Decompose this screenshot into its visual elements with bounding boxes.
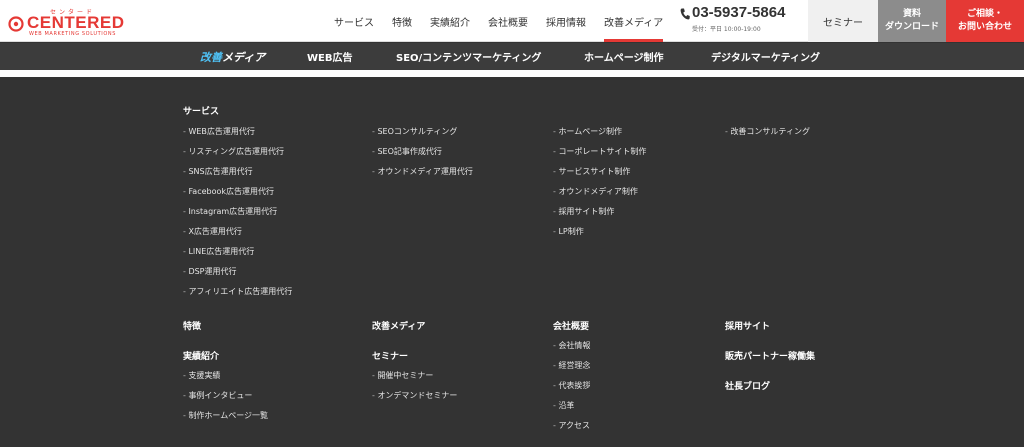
- sitemap-cases-heading[interactable]: 実績紹介: [183, 349, 219, 362]
- download-button[interactable]: 資料 ダウンロード: [878, 0, 946, 42]
- sitemap-media-heading[interactable]: 改善メディア: [372, 319, 425, 332]
- sitemap-link[interactable]: 開催中セミナー: [372, 370, 433, 381]
- contact-label-1: ご相談・: [966, 9, 1003, 19]
- nav-media[interactable]: 改善メディア: [595, 0, 672, 42]
- sitemap-link[interactable]: オウンドメディア制作: [553, 186, 637, 197]
- seminar-button[interactable]: セミナー: [808, 0, 878, 42]
- download-label-2: ダウンロード: [884, 22, 939, 32]
- sitemap-link[interactable]: DSP運用代行: [183, 266, 236, 277]
- nav-features[interactable]: 特徴: [383, 0, 421, 42]
- subnav-digital-marketing[interactable]: デジタルマーケティング: [711, 43, 820, 70]
- sitemap-link[interactable]: オンデマンドセミナー: [372, 390, 457, 401]
- sitemap-link[interactable]: LINE広告運用代行: [183, 246, 254, 257]
- sitemap-link[interactable]: SNS広告運用代行: [183, 166, 252, 177]
- sitemap-link[interactable]: 制作ホームページ一覧: [183, 410, 268, 421]
- contact-button[interactable]: ご相談・ お問い合わせ: [946, 0, 1024, 42]
- divider-strip: [0, 70, 1024, 77]
- sitemap-link[interactable]: 会社情報: [553, 340, 590, 351]
- sitemap-link[interactable]: Instagram広告運用代行: [183, 206, 277, 217]
- subnav-web-ads[interactable]: WEB広告: [307, 43, 352, 70]
- sitemap-link[interactable]: X広告運用代行: [183, 226, 241, 237]
- sitemap-link[interactable]: WEB広告運用代行: [183, 126, 254, 137]
- media-logo[interactable]: 改善 メディア: [200, 43, 265, 70]
- subnav-seo[interactable]: SEO/コンテンツマーケティング: [396, 43, 541, 70]
- sitemap-company-heading[interactable]: 会社概要: [553, 319, 589, 332]
- logo-mark-icon: [8, 16, 24, 32]
- sitemap-link[interactable]: SEOコンサルティング: [372, 126, 457, 137]
- media-logo-part1: 改善: [200, 50, 222, 64]
- phone-icon: [680, 8, 690, 20]
- media-subnav: 改善 メディア WEB広告 SEO/コンテンツマーケティング ホームページ制作 デ…: [0, 43, 1024, 70]
- sitemap-blog-heading[interactable]: 社長ブログ: [725, 379, 770, 392]
- sitemap-service-heading[interactable]: サービス: [183, 104, 219, 117]
- download-label-1: 資料: [902, 9, 921, 19]
- sitemap-link[interactable]: 経営理念: [553, 360, 590, 371]
- sitemap-link[interactable]: Facebook広告運用代行: [183, 186, 274, 197]
- global-nav: サービス 特徴 実績紹介 会社概要 採用情報 改善メディア: [325, 0, 672, 42]
- sitemap-link[interactable]: 改善コンサルティング: [725, 126, 810, 137]
- subnav-homepage[interactable]: ホームページ制作: [584, 43, 664, 70]
- sitemap-partner-heading[interactable]: 販売パートナー稼働集: [725, 349, 815, 362]
- sitemap-features-heading[interactable]: 特徴: [183, 319, 201, 332]
- footer-sitemap: サービス WEB広告運用代行 リスティング広告運用代行 SNS広告運用代行 Fa…: [0, 77, 1024, 447]
- sitemap-link[interactable]: サービスサイト制作: [553, 166, 630, 177]
- nav-service[interactable]: サービス: [325, 0, 383, 42]
- sitemap-link[interactable]: アフィリエイト広告運用代行: [183, 286, 292, 297]
- nav-cases[interactable]: 実績紹介: [421, 0, 479, 42]
- sitemap-link[interactable]: コーポレートサイト制作: [553, 146, 646, 157]
- sitemap-link[interactable]: ホームページ制作: [553, 126, 622, 137]
- sitemap-link[interactable]: オウンドメディア運用代行: [372, 166, 472, 177]
- sitemap-seminar-heading[interactable]: セミナー: [372, 349, 408, 362]
- phone-hours: 受付：平日 10:00-19:00: [692, 26, 761, 33]
- logo-tagline: WEB MARKETING SOLUTIONS: [29, 31, 116, 37]
- sitemap-link[interactable]: SEO記事作成代行: [372, 146, 441, 157]
- sitemap-link[interactable]: リスティング広告運用代行: [183, 146, 284, 157]
- nav-recruit[interactable]: 採用情報: [537, 0, 595, 42]
- sitemap-link[interactable]: 代表挨拶: [553, 380, 590, 391]
- sitemap-link[interactable]: 支援実績: [183, 370, 220, 381]
- sitemap-link[interactable]: 採用サイト制作: [553, 206, 614, 217]
- media-logo-part2: メディア: [222, 50, 266, 64]
- sitemap-recruit-heading[interactable]: 採用サイト: [725, 319, 770, 332]
- sitemap-link[interactable]: アクセス: [553, 420, 590, 431]
- logo[interactable]: センタード CENTERED WEB MARKETING SOLUTIONS: [6, 7, 131, 37]
- phone-contact[interactable]: 03-5937-5864 受付：平日 10:00-19:00: [680, 4, 806, 38]
- phone-number: 03-5937-5864: [692, 4, 786, 21]
- sitemap-link[interactable]: 事例インタビュー: [183, 390, 252, 401]
- logo-name: CENTERED: [27, 13, 125, 32]
- sitemap-link[interactable]: LP制作: [553, 226, 583, 237]
- nav-company[interactable]: 会社概要: [479, 0, 537, 42]
- site-header: センタード CENTERED WEB MARKETING SOLUTIONS サ…: [0, 0, 1024, 42]
- sitemap-link[interactable]: 沿革: [553, 400, 574, 411]
- contact-label-2: お問い合わせ: [957, 22, 1012, 32]
